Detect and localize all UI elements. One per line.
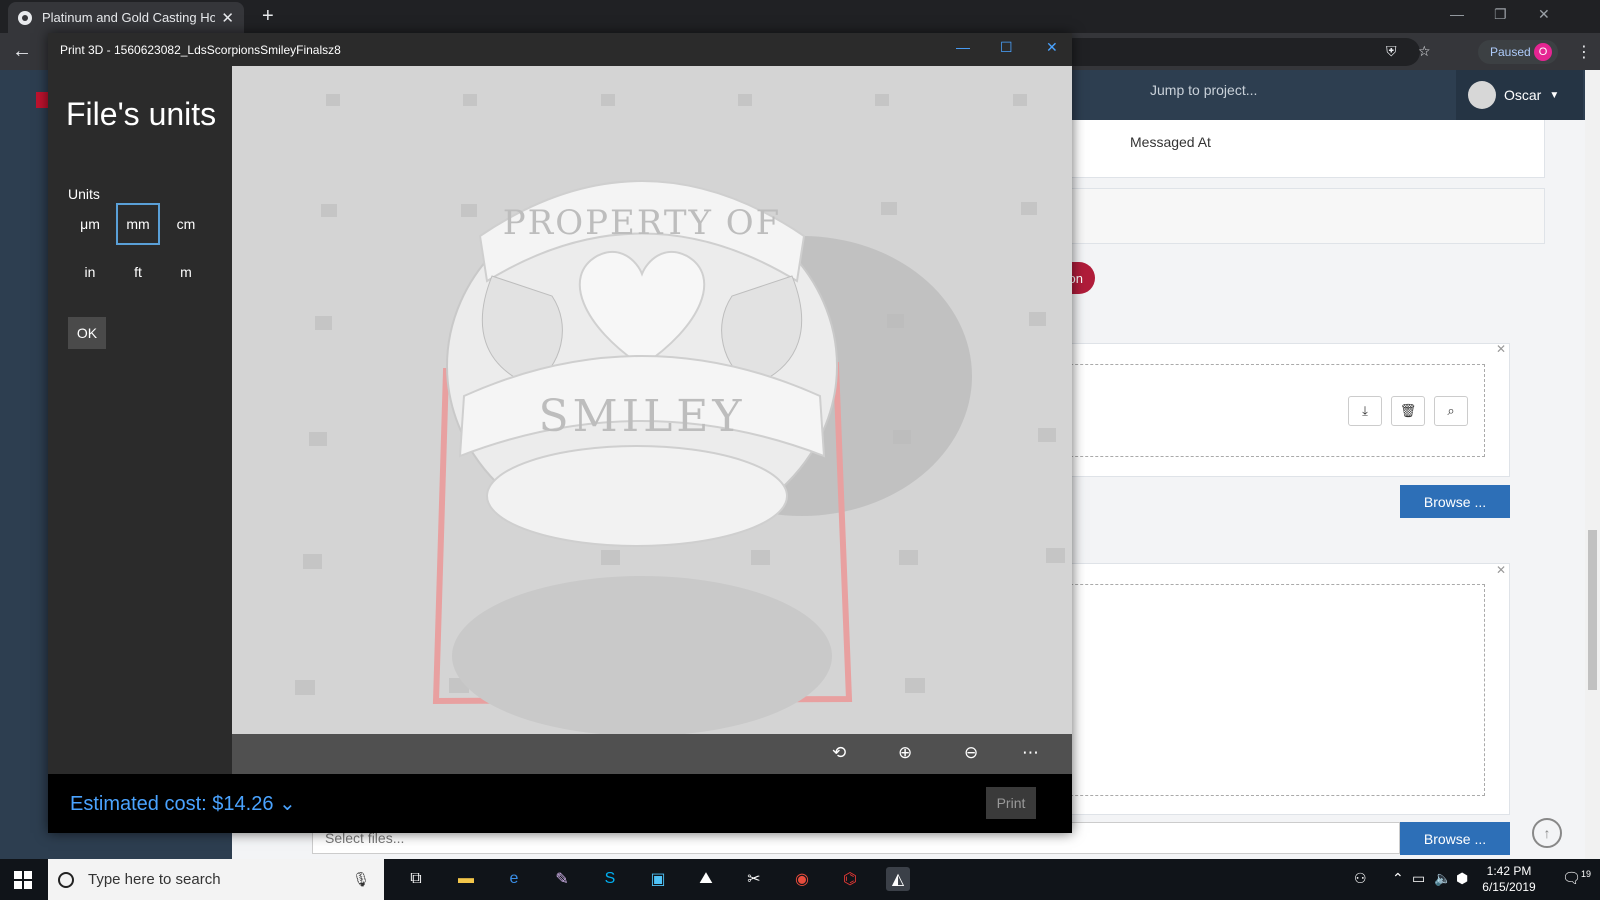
messaged-at-header: Messaged At: [1130, 134, 1211, 150]
taskbar-clock[interactable]: 1:42 PM 6/15/2019: [1464, 863, 1554, 895]
notification-center-icon[interactable]: 🗨19: [1562, 869, 1591, 887]
unit-meter-button[interactable]: m: [164, 251, 208, 293]
ring-model-render: PROPERTY OF SMILEY: [295, 94, 1065, 734]
site-favicon-icon: [18, 10, 32, 25]
screen-capture-icon[interactable]: ▣: [646, 867, 670, 891]
browser-tab[interactable]: Platinum and Gold Casting House ✕: [8, 2, 244, 33]
unit-millimeter-button[interactable]: mm: [116, 203, 160, 245]
zoom-icon[interactable]: ⌕: [1434, 396, 1468, 426]
3d-viewport[interactable]: PROPERTY OF SMILEY: [232, 66, 1072, 734]
estimated-cost-toggle[interactable]: Estimated cost: $14.26 ⌄: [70, 791, 296, 816]
print3d-titlebar: Print 3D - 1560623082_LdsScorpionsSmiley…: [48, 33, 1072, 66]
panel-heading: File's units: [66, 96, 217, 132]
estimated-cost-text: Estimated cost: $14.26: [70, 793, 274, 815]
viewport-toolbar: ⟲ ⊕ ⊖ ⋯: [232, 734, 1072, 774]
task-view-icon[interactable]: ⧉: [404, 867, 428, 891]
people-icon[interactable]: ⚇: [1354, 870, 1367, 887]
scroll-to-top-icon[interactable]: ↑: [1532, 818, 1562, 848]
tab-title: Platinum and Gold Casting House: [42, 10, 216, 25]
browser-restore-icon[interactable]: ❐: [1494, 6, 1507, 23]
close-icon[interactable]: ✕: [1496, 563, 1506, 577]
messages-card: [1000, 120, 1545, 178]
cortana-icon: [58, 871, 74, 888]
unit-foot-button[interactable]: ft: [116, 251, 160, 293]
windows-start-icon[interactable]: [14, 871, 32, 889]
close-icon[interactable]: ✕: [1496, 342, 1506, 356]
zoom-out-icon[interactable]: ⊖: [964, 743, 978, 763]
browse-label: Browse ...: [1423, 493, 1487, 510]
user-menu[interactable]: Oscar ▼: [1456, 70, 1583, 120]
clock-date: 6/15/2019: [1482, 880, 1536, 894]
tab-close-icon[interactable]: ✕: [221, 9, 234, 27]
acrobat-icon[interactable]: ⌬: [838, 867, 862, 891]
scrollbar-thumb[interactable]: [1588, 530, 1597, 690]
browse-button-1[interactable]: Browse ...: [1400, 485, 1510, 518]
jump-to-project-input[interactable]: Jump to project...: [1150, 82, 1257, 98]
browse-button-2[interactable]: Browse ...: [1400, 822, 1510, 855]
chevron-down-icon: ▼: [1549, 89, 1560, 101]
print3d-taskbar-icon[interactable]: ◭: [886, 867, 910, 891]
print3d-minimize-icon[interactable]: —: [956, 39, 970, 55]
new-tab-button[interactable]: +: [262, 5, 274, 28]
3d-view-icon[interactable]: ⟲: [832, 743, 846, 763]
units-label: Units: [68, 186, 100, 202]
print3d-window: Print 3D - 1560623082_LdsScorpionsSmiley…: [48, 33, 1072, 833]
network-icon[interactable]: ▭: [1412, 870, 1425, 887]
print3d-close-icon[interactable]: ✕: [1046, 39, 1058, 56]
app-icon[interactable]: ✂: [742, 867, 766, 891]
address-bar[interactable]: [1060, 38, 1420, 66]
windows-taskbar: Type here to search 🎙 ⧉ ▬ e ✎ S ▣ ⛰ ✂ ◉ …: [0, 859, 1600, 900]
paused-label: Paused: [1490, 45, 1531, 59]
units-panel: File's units Units μm mm cm in ft m OK: [48, 66, 232, 766]
more-icon[interactable]: ⋯: [1022, 743, 1039, 763]
back-arrow-icon[interactable]: ←: [12, 40, 32, 63]
model-text-top: PROPERTY OF: [503, 203, 781, 243]
dropzone-2[interactable]: [1040, 584, 1485, 796]
taskbar-search-input[interactable]: Type here to search 🎙: [48, 859, 384, 900]
user-name: Oscar: [1504, 87, 1542, 103]
print-button[interactable]: Print: [986, 787, 1036, 819]
search-placeholder: Type here to search: [88, 871, 221, 888]
browser-menu-icon[interactable]: ⋮: [1576, 42, 1592, 62]
model-text-banner: SMILEY: [539, 391, 746, 442]
notification-count: 19: [1581, 869, 1592, 879]
zoom-in-icon[interactable]: ⊕: [898, 743, 912, 763]
browse-label: Browse ...: [1423, 830, 1487, 847]
photos-icon[interactable]: ⛰: [694, 867, 718, 891]
chrome-icon[interactable]: ◉: [790, 867, 814, 891]
trash-icon[interactable]: 🗑: [1391, 396, 1425, 426]
profile-paused-button[interactable]: Paused O: [1478, 40, 1558, 64]
section-header-card: [1000, 188, 1545, 244]
print3d-maximize-icon[interactable]: ☐: [1000, 39, 1013, 56]
download-icon[interactable]: ⤓: [1348, 396, 1382, 426]
skype-icon[interactable]: S: [598, 867, 622, 891]
chevron-down-icon: ⌄: [279, 793, 296, 815]
tray-expand-icon[interactable]: ⌃: [1392, 870, 1404, 887]
microphone-icon[interactable]: 🎙: [352, 871, 370, 888]
print3d-footer: Estimated cost: $14.26 ⌄ Print: [48, 774, 1072, 833]
profile-avatar: O: [1534, 43, 1552, 61]
print3d-window-title: Print 3D - 1560623082_LdsScorpionsSmiley…: [60, 42, 341, 57]
volume-icon[interactable]: 🔈: [1434, 870, 1451, 887]
browser-tabbar: Platinum and Gold Casting House ✕ + — ❐ …: [0, 0, 1600, 33]
paint-icon[interactable]: ✎: [550, 867, 574, 891]
browser-close-icon[interactable]: ✕: [1538, 6, 1550, 23]
unit-inch-button[interactable]: in: [68, 251, 112, 293]
extension-shield-icon[interactable]: ⛨: [1386, 43, 1397, 60]
bookmark-star-icon[interactable]: ☆: [1418, 43, 1431, 60]
unit-centimeter-button[interactable]: cm: [164, 203, 208, 245]
file-explorer-icon[interactable]: ▬: [454, 867, 478, 891]
clock-time: 1:42 PM: [1486, 864, 1532, 878]
browser-minimize-icon[interactable]: —: [1450, 6, 1464, 22]
ok-button[interactable]: OK: [68, 317, 106, 349]
user-avatar: [1468, 81, 1496, 109]
edge-icon[interactable]: e: [502, 867, 526, 891]
unit-micrometer-button[interactable]: μm: [68, 203, 112, 245]
page-scrollbar[interactable]: [1585, 70, 1600, 859]
